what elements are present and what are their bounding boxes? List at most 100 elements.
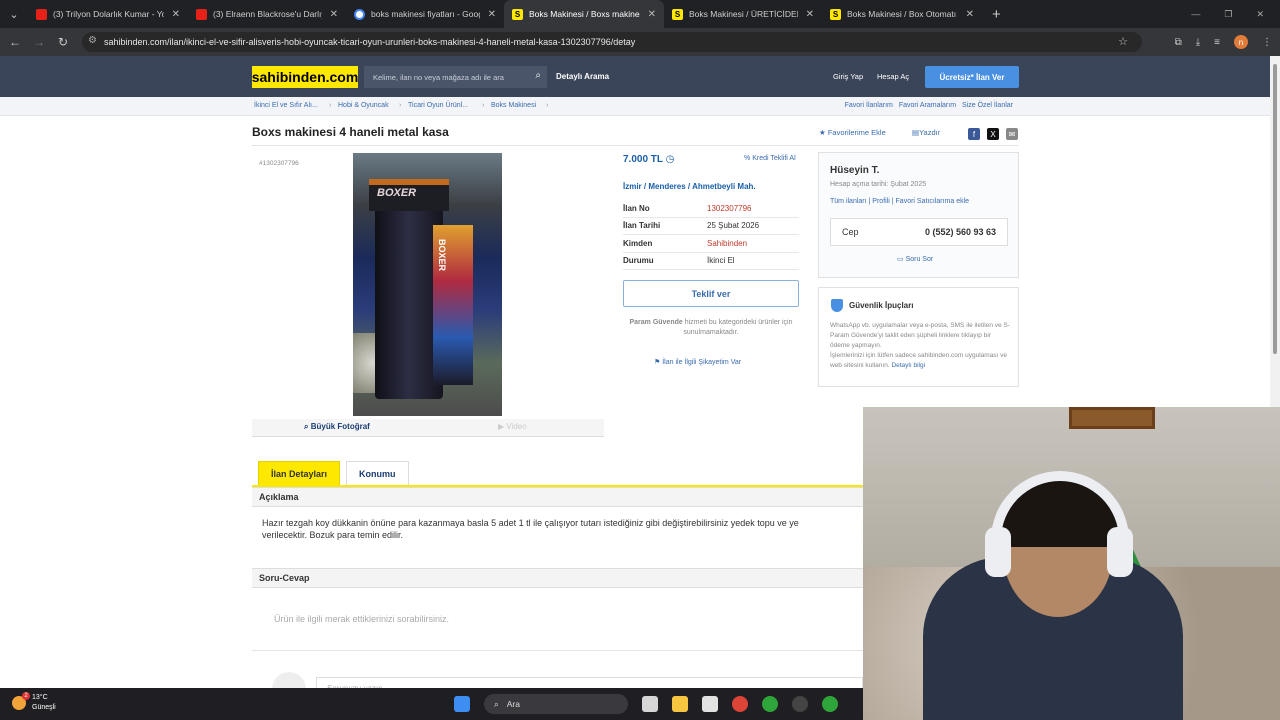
browser-tab[interactable]: S Boks Makinesi / Box Otomatı sa ✕ xyxy=(822,0,982,28)
game-app-icon[interactable] xyxy=(792,696,808,712)
chrome-icon[interactable] xyxy=(732,696,748,712)
info-row: Kimden Sahibinden xyxy=(623,235,799,253)
search-icon[interactable]: ⌕ xyxy=(535,70,541,81)
url-text: sahibinden.com/ilan/ikinci-el-ve-sifir-a… xyxy=(104,37,636,47)
big-photo-button[interactable]: ⌕ Büyük Fotoğraf xyxy=(304,422,370,432)
close-tab-icon[interactable]: ✕ xyxy=(488,9,496,20)
ask-question-button[interactable]: ▭ Soru Sor xyxy=(897,255,933,263)
advanced-search-link[interactable]: Detaylı Arama xyxy=(556,72,609,81)
close-tab-icon[interactable]: ✕ xyxy=(172,9,180,20)
breadcrumb-item[interactable]: İkinci El ve Sıfır Alı... xyxy=(254,102,318,109)
xbox-app-icon[interactable] xyxy=(822,696,838,712)
x-share-icon[interactable]: X xyxy=(987,128,999,140)
close-tab-icon[interactable]: ✕ xyxy=(330,9,338,20)
store-icon[interactable] xyxy=(702,696,718,712)
tab-listing-details[interactable]: İlan Detayları xyxy=(258,461,341,485)
close-window-icon[interactable]: ✕ xyxy=(1256,9,1264,20)
close-tab-icon[interactable]: ✕ xyxy=(806,9,814,20)
windows-taskbar: 2 13°C Güneşli ⌕ Ara xyxy=(0,688,863,720)
register-link[interactable]: Hesap Aç xyxy=(877,72,909,81)
info-key: Durumu xyxy=(623,256,654,266)
sahibinden-icon: S xyxy=(512,8,523,20)
site-info-icon[interactable]: ⚙ xyxy=(88,35,97,46)
location-city[interactable]: İzmir xyxy=(623,182,642,191)
profile-avatar[interactable]: n xyxy=(1234,35,1248,49)
page-scrollbar[interactable] xyxy=(1270,56,1280,408)
windows-start-icon[interactable] xyxy=(454,696,470,712)
forward-icon[interactable]: → xyxy=(27,35,51,49)
personal-listings-link[interactable]: Size Özel İlanlar xyxy=(962,102,1013,109)
listing-info-table: İlan No 1302307796 İlan Tarihi 25 Şubat 202… xyxy=(623,200,799,270)
browser-tab[interactable]: (3) Elraenn Blackrose'u Darlıyor ✕ xyxy=(188,0,346,28)
percent-icon: % xyxy=(744,155,751,162)
login-link[interactable]: Giriş Yap xyxy=(833,72,863,81)
site-logo[interactable]: sahibinden.com xyxy=(252,66,358,88)
email-share-icon[interactable]: ✉ xyxy=(1006,128,1018,140)
price-history-icon[interactable]: ◷ xyxy=(666,154,675,165)
favorite-seller-link[interactable]: Favori Satıcılarıma ekle xyxy=(896,198,970,205)
print-button[interactable]: ▤Yazdır xyxy=(912,128,940,137)
restore-icon[interactable]: ❐ xyxy=(1224,9,1232,20)
youtube-icon xyxy=(36,8,47,20)
complaint-label: İlan ile İlgili Şikayetim Var xyxy=(662,359,742,366)
video-button[interactable]: ▶ Video xyxy=(498,422,527,431)
play-icon: ▶ xyxy=(498,422,505,431)
location-neighborhood[interactable]: Ahmetbeyli Mah. xyxy=(692,182,756,191)
info-row: İlan No 1302307796 xyxy=(623,200,799,218)
seller-name[interactable]: Hüseyin T. xyxy=(830,165,879,176)
breadcrumb-item[interactable]: Ticari Oyun Ürünl... xyxy=(408,102,468,109)
chat-icon: ▭ xyxy=(897,256,904,263)
close-tab-icon[interactable]: ✕ xyxy=(966,9,974,20)
extensions-icon[interactable]: ⧉ xyxy=(1175,37,1182,48)
location-district[interactable]: Menderes xyxy=(648,182,685,191)
info-value: 1302307796 xyxy=(707,203,752,213)
task-view-icon[interactable] xyxy=(642,696,658,712)
back-icon[interactable]: ← xyxy=(3,35,27,49)
close-tab-icon[interactable]: ✕ xyxy=(648,9,656,20)
reading-list-icon[interactable]: ≡ xyxy=(1214,37,1220,48)
profile-link[interactable]: Profili xyxy=(872,198,890,205)
google-icon xyxy=(354,8,365,20)
safety-more-link[interactable]: Detaylı bilgi xyxy=(891,362,925,369)
title-divider xyxy=(252,145,1018,146)
browser-tab[interactable]: boks makinesi fiyatları - Google ✕ xyxy=(346,0,504,28)
youtube-icon xyxy=(196,8,207,20)
file-explorer-icon[interactable] xyxy=(672,696,688,712)
price-value: 7.000 TL xyxy=(623,154,663,165)
facebook-share-icon[interactable]: f xyxy=(968,128,980,140)
download-icon[interactable]: ⤓ xyxy=(1196,37,1200,48)
weather-widget[interactable]: 2 13°C Güneşli xyxy=(12,692,56,713)
breadcrumb-item[interactable]: Boks Makinesi xyxy=(491,102,536,109)
favorite-button[interactable]: ★ Favorilerime Ekle xyxy=(819,128,886,137)
phone-box[interactable]: Cep 0 (552) 560 93 63 xyxy=(830,218,1008,246)
site-search-input[interactable]: Kelime, ilan no veya mağaza adı ile ara … xyxy=(364,66,547,88)
new-tab-button[interactable]: + xyxy=(992,6,1001,23)
credit-offer-link[interactable]: % Kredi Teklifi Al xyxy=(744,155,796,162)
minimize-icon[interactable]: — xyxy=(1191,9,1200,20)
menu-kebab-icon[interactable]: ⋮ xyxy=(1262,37,1272,48)
toolbar-right: ⧉ ⤓ ≡ n ⋮ xyxy=(1175,35,1272,49)
scrollbar-thumb[interactable] xyxy=(1273,64,1277,354)
reload-icon[interactable]: ↻ xyxy=(51,35,75,49)
tab-search-chevron-icon[interactable]: ⌄ xyxy=(0,0,28,28)
bookmark-star-icon[interactable]: ☆ xyxy=(1118,35,1128,48)
favorite-listings-link[interactable]: Favori İlanlarım xyxy=(845,102,893,109)
complaint-link[interactable]: ⚑ İlan ile İlgili Şikayetim Var xyxy=(654,358,741,366)
browser-tab[interactable]: S Boks Makinesi / ÜRETİCİDEN C ✕ xyxy=(664,0,822,28)
xbox-icon[interactable] xyxy=(762,696,778,712)
url-bar[interactable]: ⚙ sahibinden.com/ilan/ikinci-el-ve-sifir… xyxy=(82,32,1142,52)
search-icon: ⌕ xyxy=(494,698,499,709)
tab-location[interactable]: Konumu xyxy=(346,461,409,485)
favorite-searches-link[interactable]: Favori Aramalarım xyxy=(899,102,956,109)
free-ad-button[interactable]: Ücretsiz* İlan Ver xyxy=(925,66,1019,88)
breadcrumb-separator: › xyxy=(399,102,402,109)
browser-tab[interactable]: (3) Trilyon Dolarlık Kumar - You ✕ xyxy=(28,0,188,28)
window-controls: — ❐ ✕ xyxy=(1191,9,1280,20)
browser-tab[interactable]: S Boks Makinesi / Boxs makinesi ✕ xyxy=(504,0,664,28)
breadcrumb-item[interactable]: Hobi & Oyuncak xyxy=(338,102,389,109)
listing-photo[interactable]: BOXER BOXER xyxy=(353,153,502,416)
make-offer-button[interactable]: Teklif ver xyxy=(623,280,799,307)
info-value: İkinci El xyxy=(707,256,735,266)
taskbar-search[interactable]: ⌕ Ara xyxy=(484,694,628,714)
all-listings-link[interactable]: Tüm ilanları xyxy=(830,198,867,205)
